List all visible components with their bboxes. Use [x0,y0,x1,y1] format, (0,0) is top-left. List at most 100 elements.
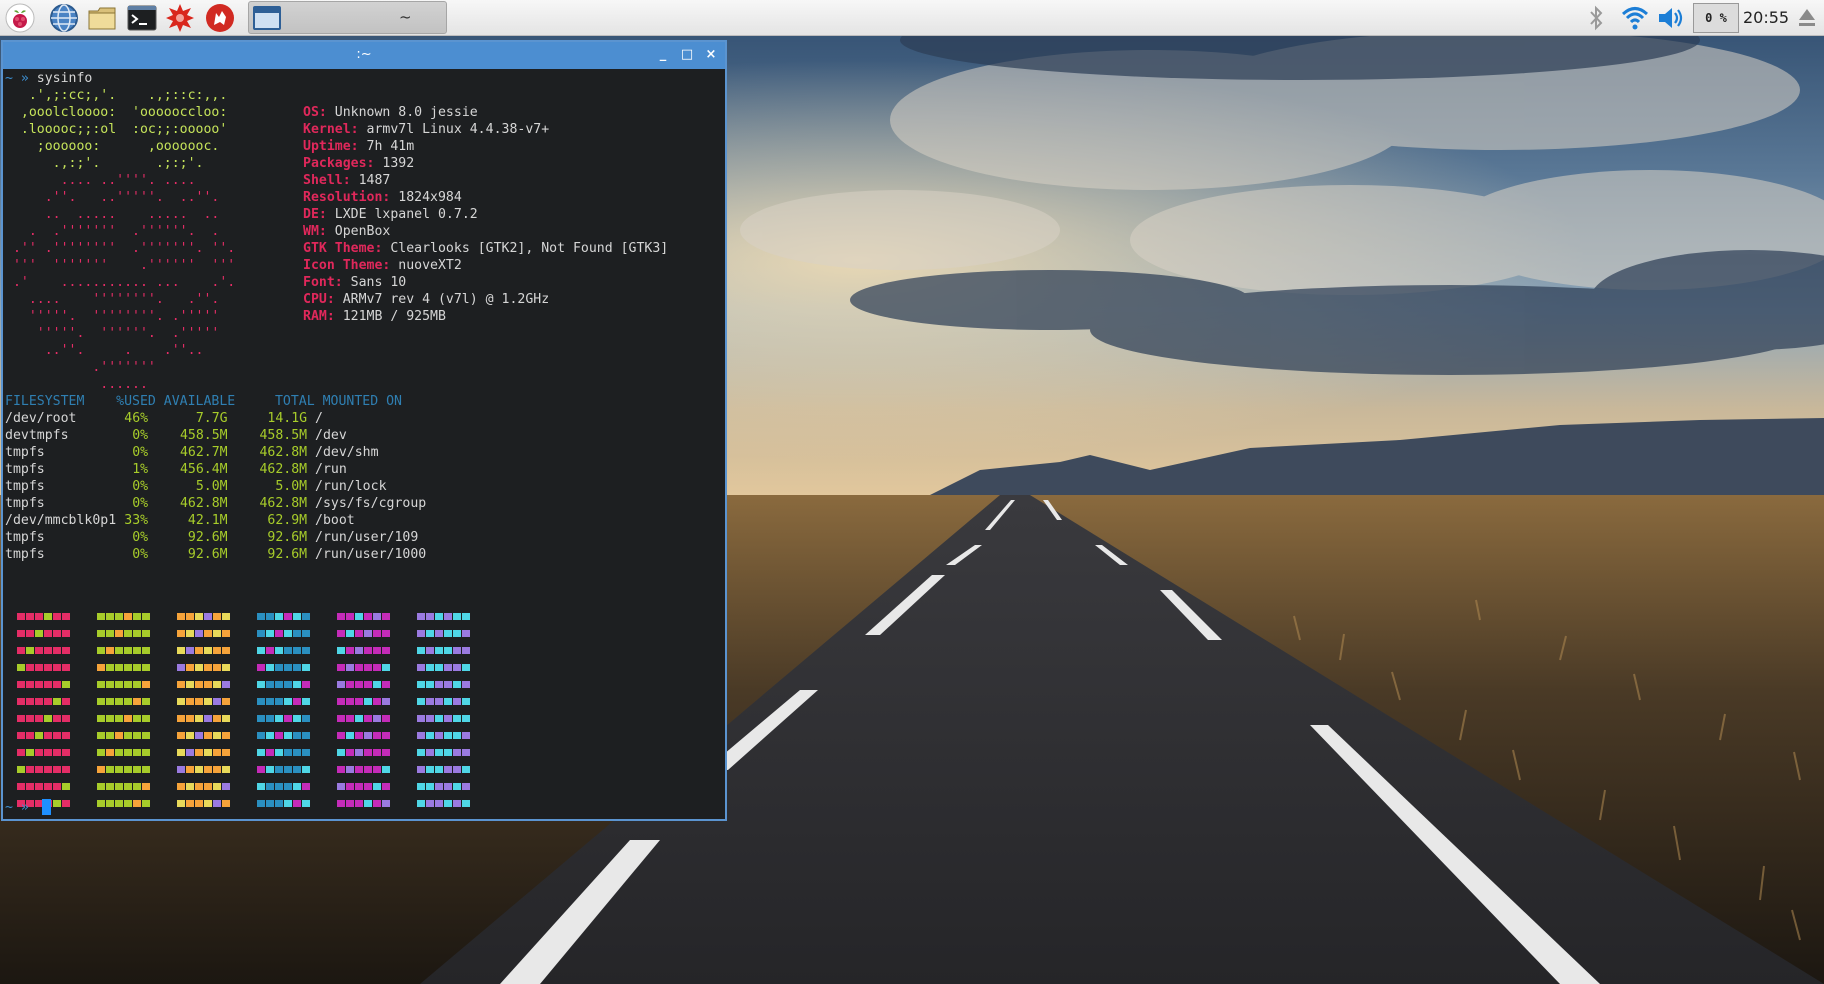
palette-block [53,715,61,722]
palette-block [302,681,310,688]
maximize-button[interactable]: □ [677,45,697,65]
palette-block [444,613,452,620]
file-manager-launcher[interactable] [86,2,118,34]
info-key: OS: [303,105,327,120]
palette-block [106,630,114,637]
palette-block [453,664,461,671]
palette-block [426,613,434,620]
wifi-button[interactable] [1620,4,1650,36]
df-cell-mount: /dev [315,428,347,443]
palette-block [355,749,363,756]
df-cell-mount: /run/user/1000 [315,547,427,562]
palette-block [417,749,425,756]
df-cell-total: 14.1G [267,411,308,426]
cpu-usage-monitor[interactable]: 0 % [1693,3,1739,33]
palette-block [106,800,114,807]
cpu-usage-label: 0 % [1705,11,1727,25]
palette-block [337,732,345,739]
minimize-button[interactable]: _ [653,45,673,65]
palette-block [124,715,132,722]
palette-block [382,749,390,756]
palette-block [222,664,230,671]
palette-block [364,800,372,807]
palette-block [186,664,194,671]
palette-block [426,800,434,807]
palette-block [177,630,185,637]
terminal-task-button[interactable]: ~ [248,1,447,34]
palette-block [462,630,470,637]
palette-block [204,630,212,637]
palette-block [106,681,114,688]
logo-line: '''''. ''''''''. .''''' [5,309,220,324]
info-value: Clearlooks [GTK2], Not Found [GTK3] [390,241,669,256]
palette-block [275,715,283,722]
eject-button[interactable] [1796,4,1818,36]
df-cell-avail: 456.4M [179,462,228,477]
df-cell-used: 0% [132,547,149,562]
palette-block [257,630,265,637]
logo-line: . .''''''' .''''''. . [5,224,220,239]
df-cell-used: 1% [132,462,149,477]
logo-line: .. ..... ..... .. [5,207,220,222]
wolfram-icon [206,4,234,32]
df-cell-used: 33% [124,513,149,528]
info-value: 1487 [358,173,391,188]
palette-block [266,613,274,620]
palette-block [382,664,390,671]
web-browser-launcher[interactable] [48,2,80,34]
palette-block [186,613,194,620]
palette-block [62,800,70,807]
palette-block [453,630,461,637]
palette-block [302,732,310,739]
wifi-icon [1621,7,1649,30]
volume-button[interactable] [1656,4,1686,36]
palette-block [275,698,283,705]
logo-line: .... ''''''''. .''. [5,292,220,307]
palette-block [302,630,310,637]
close-button[interactable]: × [701,45,721,65]
palette-block [293,715,301,722]
palette-block [44,766,52,773]
palette-block [293,800,301,807]
df-cell-mount: /run/lock [315,479,387,494]
df-cell-total: 92.6M [267,530,308,545]
palette-block [284,681,292,688]
palette-block [97,732,105,739]
palette-block [44,664,52,671]
palette-block [257,766,265,773]
df-cell-mount: /boot [315,513,355,528]
bluetooth-button[interactable] [1586,4,1606,36]
palette-block [346,800,354,807]
window-titlebar[interactable]: :~ _ □ × [3,42,725,69]
info-value: 121MB / 925MB [342,309,446,324]
palette-block [426,732,434,739]
palette-block [62,783,70,790]
palette-block [133,647,141,654]
palette-block [142,800,150,807]
raspberry-menu-button[interactable] [4,2,36,34]
palette-block [97,630,105,637]
palette-block [382,698,390,705]
palette-block [62,732,70,739]
terminal-launcher[interactable] [126,2,158,34]
palette-block [417,766,425,773]
palette-block [186,783,194,790]
palette-block [293,647,301,654]
palette-block [35,647,43,654]
palette-block [275,749,283,756]
palette-block [257,732,265,739]
clock[interactable]: 20:55 [1743,8,1789,27]
palette-block [204,613,212,620]
info-key: CPU: [303,292,335,307]
wolfram-launcher[interactable] [204,2,236,34]
palette-block [364,613,372,620]
palette-block [266,749,274,756]
terminal-window[interactable]: :~ _ □ × ~ » sysinfo .',;:cc;,'. .,;::c:… [1,40,727,821]
mathematica-launcher[interactable] [164,2,196,34]
palette-block [124,647,132,654]
terminal-output[interactable]: ~ » sysinfo .',;:cc;,'. .,;::c:,,. ,oool… [5,70,723,819]
palette-block [213,613,221,620]
palette-block [346,715,354,722]
palette-block [453,715,461,722]
palette-block [426,749,434,756]
